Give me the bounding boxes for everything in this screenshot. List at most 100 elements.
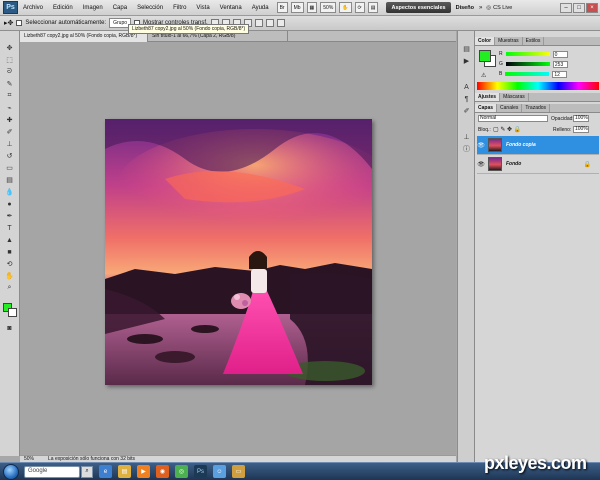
menu-filtro[interactable]: Filtro xyxy=(168,0,191,16)
align-right-icon[interactable] xyxy=(265,19,274,27)
tab-color[interactable]: Color xyxy=(475,37,496,45)
healing-brush-tool-icon[interactable]: ✚ xyxy=(3,115,16,125)
start-button[interactable] xyxy=(3,463,19,480)
workspace-essentials-button[interactable]: Aspectos esenciales xyxy=(386,2,451,13)
tab-paths[interactable]: Trazados xyxy=(522,104,551,112)
actions-panel-icon[interactable]: ▶ xyxy=(462,57,471,65)
minimize-button[interactable]: – xyxy=(560,2,572,13)
move-tool-icon[interactable]: ✥ xyxy=(3,43,16,53)
eye-icon[interactable]: 👁 xyxy=(477,142,485,149)
folder-icon[interactable]: ▭ xyxy=(232,465,245,478)
cs-live-button[interactable]: ◎ CS Live xyxy=(486,5,512,11)
layer-fondo[interactable]: 👁 Fondo 🔒 xyxy=(477,155,599,174)
green-value[interactable]: 253 xyxy=(552,60,568,68)
zoom-select[interactable]: 50% xyxy=(320,2,337,13)
3d-rotate-tool-icon[interactable]: ⟲ xyxy=(3,259,16,269)
panel-foreground-swatch[interactable] xyxy=(479,50,491,62)
guides-icon[interactable]: ▦ xyxy=(306,2,318,13)
watermark: pxleyes.com xyxy=(484,453,587,473)
red-value[interactable]: 0 xyxy=(552,50,568,58)
pen-tool-icon[interactable]: ✒ xyxy=(3,211,16,221)
character-panel-icon[interactable]: A xyxy=(462,83,471,91)
menu-vista[interactable]: Vista xyxy=(191,0,214,16)
bridge-icon[interactable]: Br xyxy=(276,2,288,13)
eraser-tool-icon[interactable]: ▭ xyxy=(3,163,16,173)
maximize-button[interactable]: □ xyxy=(573,2,585,13)
shape-tool-icon[interactable]: ■ xyxy=(3,247,16,257)
move-tool-icon[interactable]: ▸✥ xyxy=(4,19,13,27)
history-panel-icon[interactable]: ▤ xyxy=(462,45,471,53)
firefox-icon[interactable]: ◉ xyxy=(156,465,169,478)
workspace-design-button[interactable]: Diseño xyxy=(451,5,479,11)
blend-mode-select[interactable]: Normal xyxy=(478,115,548,122)
hand-tool-icon[interactable]: ✋ xyxy=(3,271,16,281)
auto-select-checkbox[interactable] xyxy=(16,20,23,26)
menu-archivo[interactable]: Archivo xyxy=(18,0,48,16)
menu-ayuda[interactable]: Ayuda xyxy=(247,0,274,16)
tab-channels[interactable]: Canales xyxy=(497,104,523,112)
history-brush-tool-icon[interactable]: ↺ xyxy=(3,151,16,161)
layer-fondo-copia[interactable]: 👁 Fondo copia xyxy=(477,136,599,155)
tab-adjustments[interactable]: Ajustes xyxy=(475,93,501,101)
search-icon[interactable]: ⌕ xyxy=(81,465,93,478)
align-center-icon[interactable] xyxy=(254,19,263,27)
photoshop-icon[interactable]: Ps xyxy=(194,465,207,478)
media-icon[interactable]: ▶ xyxy=(137,465,150,478)
brush-tool-icon[interactable]: ✐ xyxy=(3,127,16,137)
chrome-icon[interactable]: ◎ xyxy=(175,465,188,478)
paragraph-panel-icon[interactable]: ¶ xyxy=(462,95,471,103)
brush-panel-icon[interactable]: ✐ xyxy=(462,107,471,115)
color-spectrum-bar[interactable] xyxy=(477,82,599,90)
blur-tool-icon[interactable]: 💧 xyxy=(3,187,16,197)
warning-icon[interactable]: ⚠ xyxy=(481,72,486,79)
blue-value[interactable]: 12 xyxy=(552,70,568,78)
blue-slider[interactable]: B 12 xyxy=(499,70,599,78)
quick-mask-icon[interactable]: ◙ xyxy=(3,323,16,333)
opacity-input[interactable]: 100% xyxy=(573,115,589,122)
menu-imagen[interactable]: Imagen xyxy=(78,0,108,16)
gradient-tool-icon[interactable]: ▤ xyxy=(3,175,16,185)
crop-tool-icon[interactable]: ⌗ xyxy=(3,91,16,101)
layer-thumbnail xyxy=(488,157,502,171)
info-panel-icon[interactable]: ⓘ xyxy=(462,145,471,153)
red-track[interactable] xyxy=(505,52,550,56)
type-tool-icon[interactable]: T xyxy=(3,223,16,233)
red-slider[interactable]: R 0 xyxy=(499,50,599,58)
zoom-tool-icon[interactable]: ⌕ xyxy=(3,283,16,293)
green-track[interactable] xyxy=(505,62,550,66)
minibridge-icon[interactable]: Mb xyxy=(290,2,304,13)
menu-edicion[interactable]: Edición xyxy=(48,0,78,16)
lock-icons[interactable]: ▢ ✎ ✥ 🔒 xyxy=(493,126,521,133)
eyedropper-tool-icon[interactable]: ⌁ xyxy=(3,103,16,113)
lasso-tool-icon[interactable]: ᘐ xyxy=(3,67,16,77)
arrange-docs-icon[interactable]: ▤ xyxy=(367,2,379,13)
distribute-icon[interactable] xyxy=(276,19,285,27)
messenger-icon[interactable]: ☺ xyxy=(213,465,226,478)
tab-swatches[interactable]: Muestras xyxy=(495,37,523,45)
rotate-view-icon[interactable]: ⟳ xyxy=(354,2,365,13)
eye-icon[interactable]: 👁 xyxy=(477,161,485,168)
dodge-tool-icon[interactable]: ● xyxy=(3,199,16,209)
fill-input[interactable]: 100% xyxy=(573,126,589,133)
menu-seleccion[interactable]: Selección xyxy=(132,0,168,16)
close-button[interactable]: × xyxy=(586,2,598,13)
menu-capa[interactable]: Capa xyxy=(108,0,132,16)
document-image[interactable] xyxy=(105,119,372,385)
green-slider[interactable]: G 253 xyxy=(499,60,599,68)
workspace-more-icon[interactable]: » xyxy=(479,5,482,11)
tab-styles[interactable]: Estilos xyxy=(523,37,545,45)
path-select-tool-icon[interactable]: ▲ xyxy=(3,235,16,245)
background-color-swatch[interactable] xyxy=(8,308,17,317)
explorer-icon[interactable]: ▤ xyxy=(118,465,131,478)
hand-icon[interactable]: ✋ xyxy=(339,2,352,13)
clone-source-panel-icon[interactable]: ⊥ xyxy=(462,133,471,141)
blue-track[interactable] xyxy=(505,72,550,76)
tab-layers[interactable]: Capas xyxy=(475,104,498,112)
menu-ventana[interactable]: Ventana xyxy=(215,0,247,16)
quick-select-tool-icon[interactable]: ✎ xyxy=(3,79,16,89)
tab-masks[interactable]: Máscaras xyxy=(500,93,529,101)
marquee-tool-icon[interactable]: ⬚ xyxy=(3,55,16,65)
ie-icon[interactable]: e xyxy=(99,465,112,478)
google-search-box[interactable]: Google xyxy=(24,465,80,478)
clone-stamp-tool-icon[interactable]: ⊥ xyxy=(3,139,16,149)
